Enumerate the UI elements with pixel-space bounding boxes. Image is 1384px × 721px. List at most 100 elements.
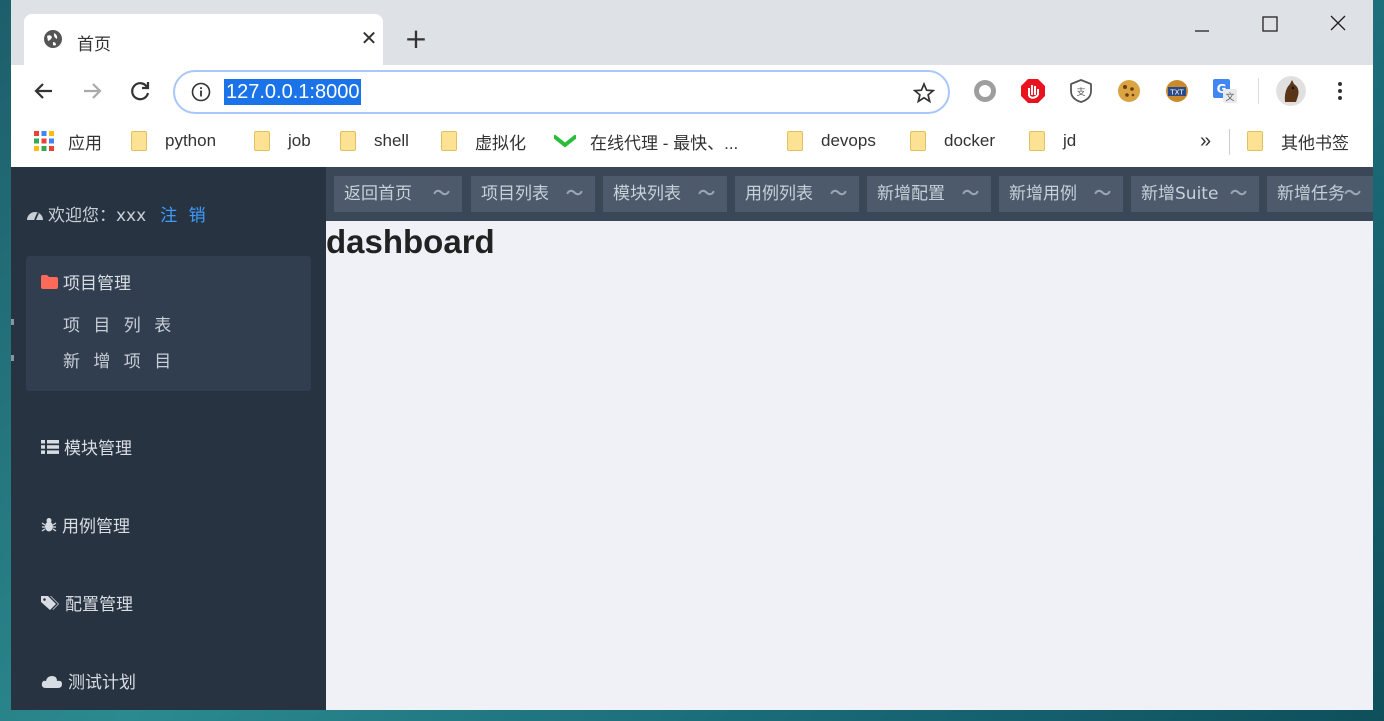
close-window-icon[interactable] (1315, 8, 1361, 38)
bookmarks-bar: 应用 python job shell 虚拟化 在线代理 - 最快、... de… (11, 117, 1373, 167)
page-title: dashboard (326, 223, 495, 260)
tab-add-config[interactable]: 新增配置 ～ (867, 176, 991, 212)
bookmark-label: shell (374, 131, 409, 150)
info-icon[interactable] (191, 82, 211, 102)
tab-add-task[interactable]: 新增任务 ～ (1267, 176, 1373, 212)
logout-link[interactable]: 注 销 (160, 201, 208, 226)
tab-title: 首页 (77, 35, 111, 55)
bookmark-star-icon[interactable] (913, 82, 935, 104)
tab-label: 返回首页 (344, 184, 412, 204)
tab-label: 用例列表 (745, 184, 813, 204)
bookmark-label: 其他书签 (1281, 133, 1349, 153)
project-menu-group: 项目管理 项 目 列 表 新 增 项 目 (26, 256, 311, 391)
content-tab-bar: 返回首页 ～ 项目列表 ～ 模块列表 ～ 用例列表 ～ 新增配置 ～ 新增用例 … (326, 167, 1373, 221)
bookmark-proxy[interactable]: 在线代理 - 最快、... (554, 129, 738, 153)
tab-close-icon[interactable]: ～ (1230, 176, 1247, 212)
tab-label: 新增用例 (1009, 184, 1077, 204)
tab-close-icon[interactable]: ～ (1344, 176, 1361, 212)
tab-label: 新增配置 (877, 184, 945, 204)
bookmark-python[interactable]: python (131, 129, 216, 153)
tab-project-list[interactable]: 项目列表 ～ (471, 176, 595, 212)
bookmarks-divider (1229, 129, 1230, 155)
tab-label: 新增Suite (1141, 184, 1219, 204)
globe-icon (44, 30, 62, 48)
bookmark-other[interactable]: 其他书签 (1247, 129, 1349, 153)
menu-label: 测试计划 (68, 673, 136, 693)
url-text[interactable]: 127.0.0.1:8000 (224, 79, 362, 105)
bookmark-jd[interactable]: jd (1029, 129, 1076, 153)
menu-config-management[interactable]: 配置管理 (41, 590, 133, 615)
tab-add-case[interactable]: 新增用例 ～ (999, 176, 1123, 212)
folder-icon (1029, 131, 1045, 151)
list-icon (41, 439, 59, 454)
browser-tab[interactable]: 首页 ✕ (24, 14, 383, 65)
folder-icon (787, 131, 803, 151)
address-bar[interactable]: 127.0.0.1:8000 (173, 70, 950, 114)
adblock-icon[interactable] (1020, 78, 1046, 104)
folder-icon (1247, 131, 1263, 151)
tab-back-home[interactable]: 返回首页 ～ (334, 176, 462, 212)
svg-text:支: 支 (1076, 86, 1085, 98)
new-tab-button[interactable]: + (401, 24, 431, 54)
tab-add-suite[interactable]: 新增Suite ～ (1131, 176, 1259, 212)
tab-close-icon[interactable]: ～ (830, 176, 847, 212)
translate-icon[interactable]: G 文 (1212, 78, 1238, 104)
tab-close-icon[interactable]: ～ (566, 176, 583, 212)
submenu-project-list[interactable]: 项 目 列 表 (63, 311, 175, 336)
tab-strip: 首页 ✕ + (11, 0, 1373, 65)
collapse-marker (11, 319, 14, 325)
welcome-bar: 欢迎您：xxx 注 销 (26, 201, 209, 226)
bookmark-devops[interactable]: devops (787, 129, 876, 153)
bookmark-job[interactable]: job (254, 129, 311, 153)
reload-icon[interactable] (126, 77, 154, 105)
bookmark-label: docker (944, 131, 996, 150)
folder-icon (910, 131, 926, 151)
bookmark-apps[interactable]: 应用 (34, 129, 102, 153)
dashboard-gauge-icon (27, 211, 43, 220)
back-arrow-icon[interactable] (30, 77, 58, 105)
shield-icon[interactable]: 支 (1068, 78, 1094, 104)
green-check-icon (554, 135, 576, 148)
menu-test-plan[interactable]: 测试计划 (41, 668, 136, 693)
tab-label: 新增任务 (1277, 184, 1345, 204)
main-content: 返回首页 ～ 项目列表 ～ 模块列表 ～ 用例列表 ～ 新增配置 ～ 新增用例 … (326, 167, 1373, 710)
minimize-icon[interactable] (1179, 8, 1225, 38)
bookmark-virtualization[interactable]: 虚拟化 (441, 129, 526, 153)
apps-grid-icon (34, 131, 54, 151)
bookmark-label: job (288, 131, 311, 150)
maximize-icon[interactable] (1247, 8, 1293, 38)
tab-close-icon[interactable]: ～ (1094, 176, 1111, 212)
bookmark-label: jd (1063, 131, 1077, 150)
browser-window: 首页 ✕ + 127.0.0.1:8000 支 TXT G 文 应用 pytho… (11, 0, 1373, 710)
tab-close-icon[interactable]: ～ (433, 176, 450, 212)
forward-arrow-icon[interactable] (78, 77, 106, 105)
record-extension-icon[interactable] (972, 78, 998, 104)
menu-label: 配置管理 (65, 595, 133, 615)
tab-close-icon[interactable]: ～ (962, 176, 979, 212)
cookie-icon[interactable] (1116, 78, 1142, 104)
bookmark-label: 在线代理 - 最快、... (590, 133, 739, 153)
svg-text:TXT: TXT (1169, 89, 1184, 97)
bookmarks-overflow-button[interactable]: » (1200, 129, 1211, 153)
bookmark-shell[interactable]: shell (340, 129, 409, 153)
submenu-add-project[interactable]: 新 增 项 目 (63, 347, 175, 372)
tab-module-list[interactable]: 模块列表 ～ (603, 176, 727, 212)
cookie-txt-icon[interactable]: TXT (1164, 78, 1190, 104)
bookmark-docker[interactable]: docker (910, 129, 995, 153)
avatar[interactable] (1276, 76, 1306, 106)
welcome-text: 欢迎您：xxx (48, 206, 147, 226)
menu-case-management[interactable]: 用例管理 (41, 512, 130, 537)
more-menu-icon[interactable] (1328, 79, 1352, 103)
folder-icon (254, 131, 270, 151)
folder-icon (41, 274, 58, 289)
menu-module-management[interactable]: 模块管理 (41, 434, 132, 459)
browser-toolbar: 127.0.0.1:8000 支 TXT G 文 (11, 65, 1373, 117)
tab-case-list[interactable]: 用例列表 ～ (735, 176, 859, 212)
bug-icon (41, 517, 57, 532)
menu-label: 用例管理 (62, 517, 130, 537)
menu-project-management[interactable]: 项目管理 (41, 269, 131, 294)
tab-close-icon[interactable]: ～ (698, 176, 715, 212)
tab-label: 模块列表 (613, 184, 681, 204)
close-tab-icon[interactable]: ✕ (357, 26, 381, 50)
tags-icon (41, 595, 59, 610)
